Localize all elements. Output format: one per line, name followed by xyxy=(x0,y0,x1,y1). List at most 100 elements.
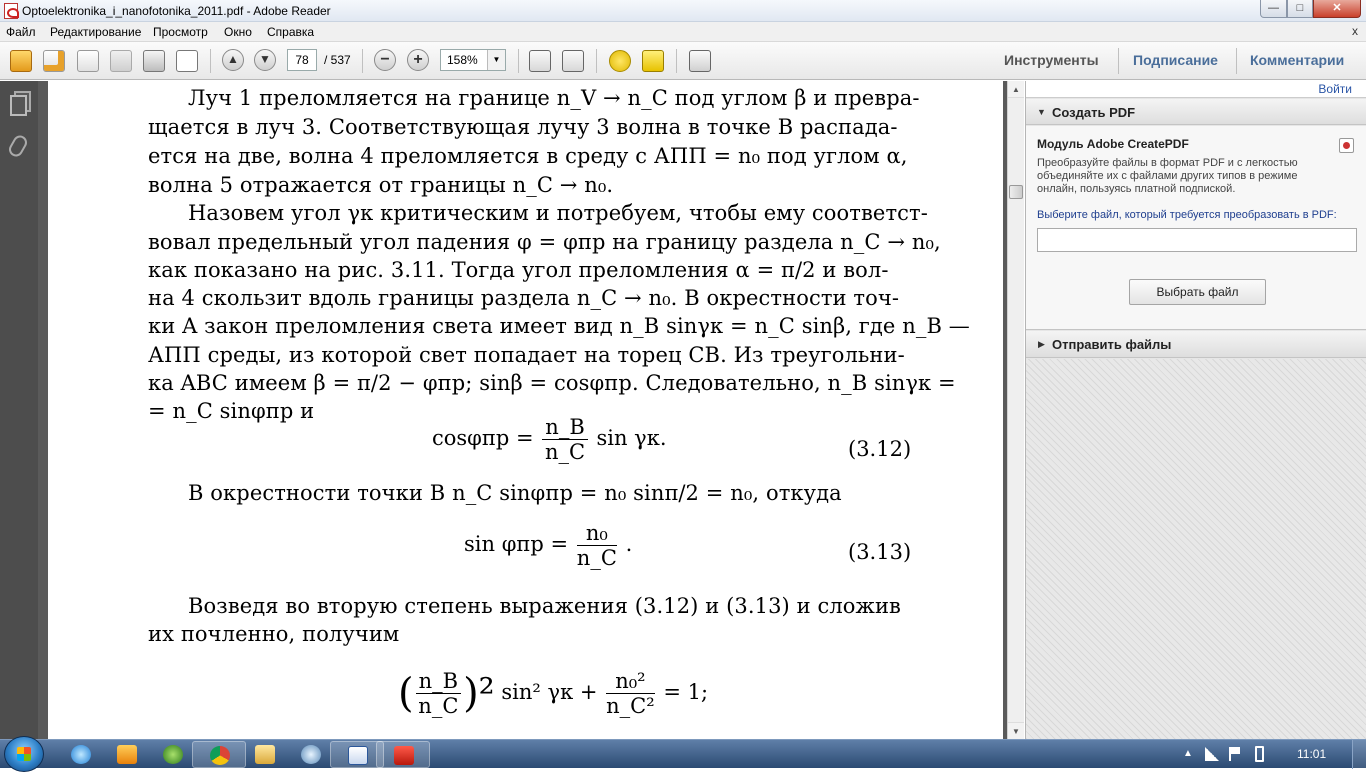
show-desktop-button[interactable] xyxy=(1352,740,1366,769)
doc-line: Возведя во вторую степень выражения (3.1… xyxy=(188,594,901,618)
action-center-flag-icon[interactable] xyxy=(1229,747,1241,761)
adobe-reader-icon[interactable] xyxy=(376,741,430,768)
toolbar-divider xyxy=(210,49,211,73)
start-button[interactable] xyxy=(4,736,44,772)
page-number-input[interactable]: 78 xyxy=(287,49,317,71)
show-hidden-icons-icon[interactable]: ▲ xyxy=(1183,748,1193,759)
menu-edit[interactable]: Редактирование xyxy=(50,25,141,39)
doc-line: АПП среды, из которой свет попадает на т… xyxy=(148,343,905,367)
taskbar: ▲ 11:01 xyxy=(0,736,1366,772)
doc-line: вовал предельный угол падения φ = φпр на… xyxy=(148,230,941,254)
eq-fraction: n₀ n_C xyxy=(576,521,617,570)
doc-line: Назовем угол γк критическим и потребуем,… xyxy=(188,201,928,225)
eq-numerator: n_B xyxy=(542,415,588,440)
menu-file[interactable]: Файл xyxy=(6,25,36,39)
scroll-down-icon[interactable]: ▼ xyxy=(1008,722,1024,739)
scrollbar-thumb[interactable] xyxy=(1009,185,1023,199)
module-title: Модуль Adobe CreatePDF xyxy=(1037,137,1189,151)
module-description: Преобразуйте файлы в формат PDF и с легк… xyxy=(1037,157,1298,195)
choose-file-label: Выберите файл, который требуется преобра… xyxy=(1037,209,1337,221)
eq-fraction: n_B n_C xyxy=(542,415,588,464)
tab-sign[interactable]: Подписание xyxy=(1133,52,1218,68)
eq-middle: sin² γк + xyxy=(501,680,598,704)
menu-bar: Файл Редактирование Просмотр Окно Справк… xyxy=(0,22,1366,42)
email-icon[interactable] xyxy=(176,50,198,72)
zoom-select[interactable]: 158% ▼ xyxy=(440,49,506,71)
edit-icon[interactable] xyxy=(77,50,99,72)
equation-3-13: sin φпр = n₀ n_C . xyxy=(464,521,632,570)
vertical-scrollbar[interactable]: ▲ ▼ xyxy=(1007,81,1024,739)
battery-icon[interactable] xyxy=(1255,746,1264,762)
create-pdf-header[interactable]: ▼ Создать PDF xyxy=(1026,99,1366,125)
minimize-button[interactable]: — xyxy=(1260,0,1287,18)
menu-window[interactable]: Окно xyxy=(224,25,252,39)
close-document-icon[interactable]: x xyxy=(1352,24,1358,38)
pages-icon[interactable] xyxy=(9,91,31,116)
equation-3-12: cosφпр = n_B n_C sin γк. xyxy=(432,415,667,464)
document-gutter xyxy=(38,81,48,739)
doc-line: ки A закон преломления света имеет вид n… xyxy=(148,314,970,338)
document-page: Луч 1 преломляется на границе n_V → n_C … xyxy=(48,81,1003,739)
choose-file-button[interactable]: Выбрать файл xyxy=(1129,279,1266,305)
file-path-field[interactable] xyxy=(1037,228,1357,252)
eq-paren-close: )² xyxy=(463,670,495,717)
highlight-icon[interactable] xyxy=(642,50,664,72)
send-files-header[interactable]: ▶ Отправить файлы xyxy=(1026,331,1366,358)
attachment-icon[interactable] xyxy=(6,132,30,160)
toolbar-divider xyxy=(676,49,677,73)
zoom-out-button[interactable]: − xyxy=(374,49,396,71)
doc-line: волна 5 отражается от границы n_C → n₀. xyxy=(148,173,614,197)
open-icon[interactable] xyxy=(10,50,32,72)
expanded-triangle-icon: ▼ xyxy=(1037,107,1046,117)
eq-lhs: sin φпр = xyxy=(464,532,569,556)
doc-line: ка ABC имеем β = π/2 − φпр; sinβ = cosφп… xyxy=(148,371,956,395)
menu-view[interactable]: Просмотр xyxy=(153,25,208,39)
tab-tools[interactable]: Инструменты xyxy=(1004,52,1099,68)
fullscreen-icon[interactable] xyxy=(689,50,711,72)
comment-icon[interactable] xyxy=(609,50,631,72)
eq-rhs: . xyxy=(625,532,633,556)
page-total: / 537 xyxy=(324,53,351,67)
fit-page-icon[interactable] xyxy=(529,50,551,72)
print-icon[interactable] xyxy=(143,50,165,72)
doc-line: = n_C sinφпр и xyxy=(148,399,315,423)
title-bar: Optoelektronika_i_nanofotonika_2011.pdf … xyxy=(0,0,1366,22)
scroll-up-icon[interactable]: ▲ xyxy=(1008,81,1024,98)
create-pdf-title: Создать PDF xyxy=(1052,105,1136,120)
toolbar-divider xyxy=(362,49,363,73)
menu-help[interactable]: Справка xyxy=(267,25,314,39)
eq-numerator: n₀ xyxy=(576,521,617,546)
tab-comments[interactable]: Комментарии xyxy=(1250,52,1344,68)
eq-fraction: n₀² n_C² xyxy=(606,669,655,718)
equation-3-14: (n_B n_C)² sin² γк + n₀² n_C² = 1; xyxy=(398,669,708,718)
eq-fraction: n_B n_C xyxy=(415,669,462,718)
zoom-value: 158% xyxy=(447,53,478,67)
doc-line: Луч 1 преломляется на границе n_V → n_C … xyxy=(188,86,920,110)
eq-denominator: n_C xyxy=(544,440,586,464)
next-page-icon[interactable]: ▼ xyxy=(254,49,276,71)
eq-denominator: n_C xyxy=(418,694,459,718)
tools-panel: Войти ▼ Создать PDF Модуль Adobe CreateP… xyxy=(1025,81,1366,739)
doc-line: как показано на рис. 3.11. Тогда угол пр… xyxy=(148,258,889,282)
chevron-down-icon[interactable]: ▼ xyxy=(487,50,505,70)
toolbar-divider xyxy=(518,49,519,73)
zoom-in-button[interactable]: + xyxy=(407,49,429,71)
close-button[interactable]: ✕ xyxy=(1313,0,1361,18)
fit-width-icon[interactable] xyxy=(562,50,584,72)
toolbar-divider xyxy=(596,49,597,73)
network-signal-icon[interactable] xyxy=(1205,747,1219,761)
navigation-pane xyxy=(0,81,38,739)
eq-numerator: n_B xyxy=(415,669,462,694)
eq-numerator: n₀² xyxy=(606,669,655,694)
maximize-button[interactable]: □ xyxy=(1287,0,1313,18)
doc-line: щается в луч 3. Соответствующая лучу 3 в… xyxy=(148,115,898,139)
create-pdf-icon[interactable] xyxy=(43,50,65,72)
eq-denominator: n_C xyxy=(576,546,617,570)
prev-page-icon[interactable]: ▲ xyxy=(222,49,244,71)
panel-background xyxy=(1026,359,1366,739)
save-icon[interactable] xyxy=(110,50,132,72)
doc-line: ется на две, волна 4 преломляется в сред… xyxy=(148,144,908,168)
eq-paren-open: ( xyxy=(398,670,414,717)
signin-link[interactable]: Войти xyxy=(1318,82,1352,96)
clock[interactable]: 11:01 xyxy=(1297,747,1326,761)
